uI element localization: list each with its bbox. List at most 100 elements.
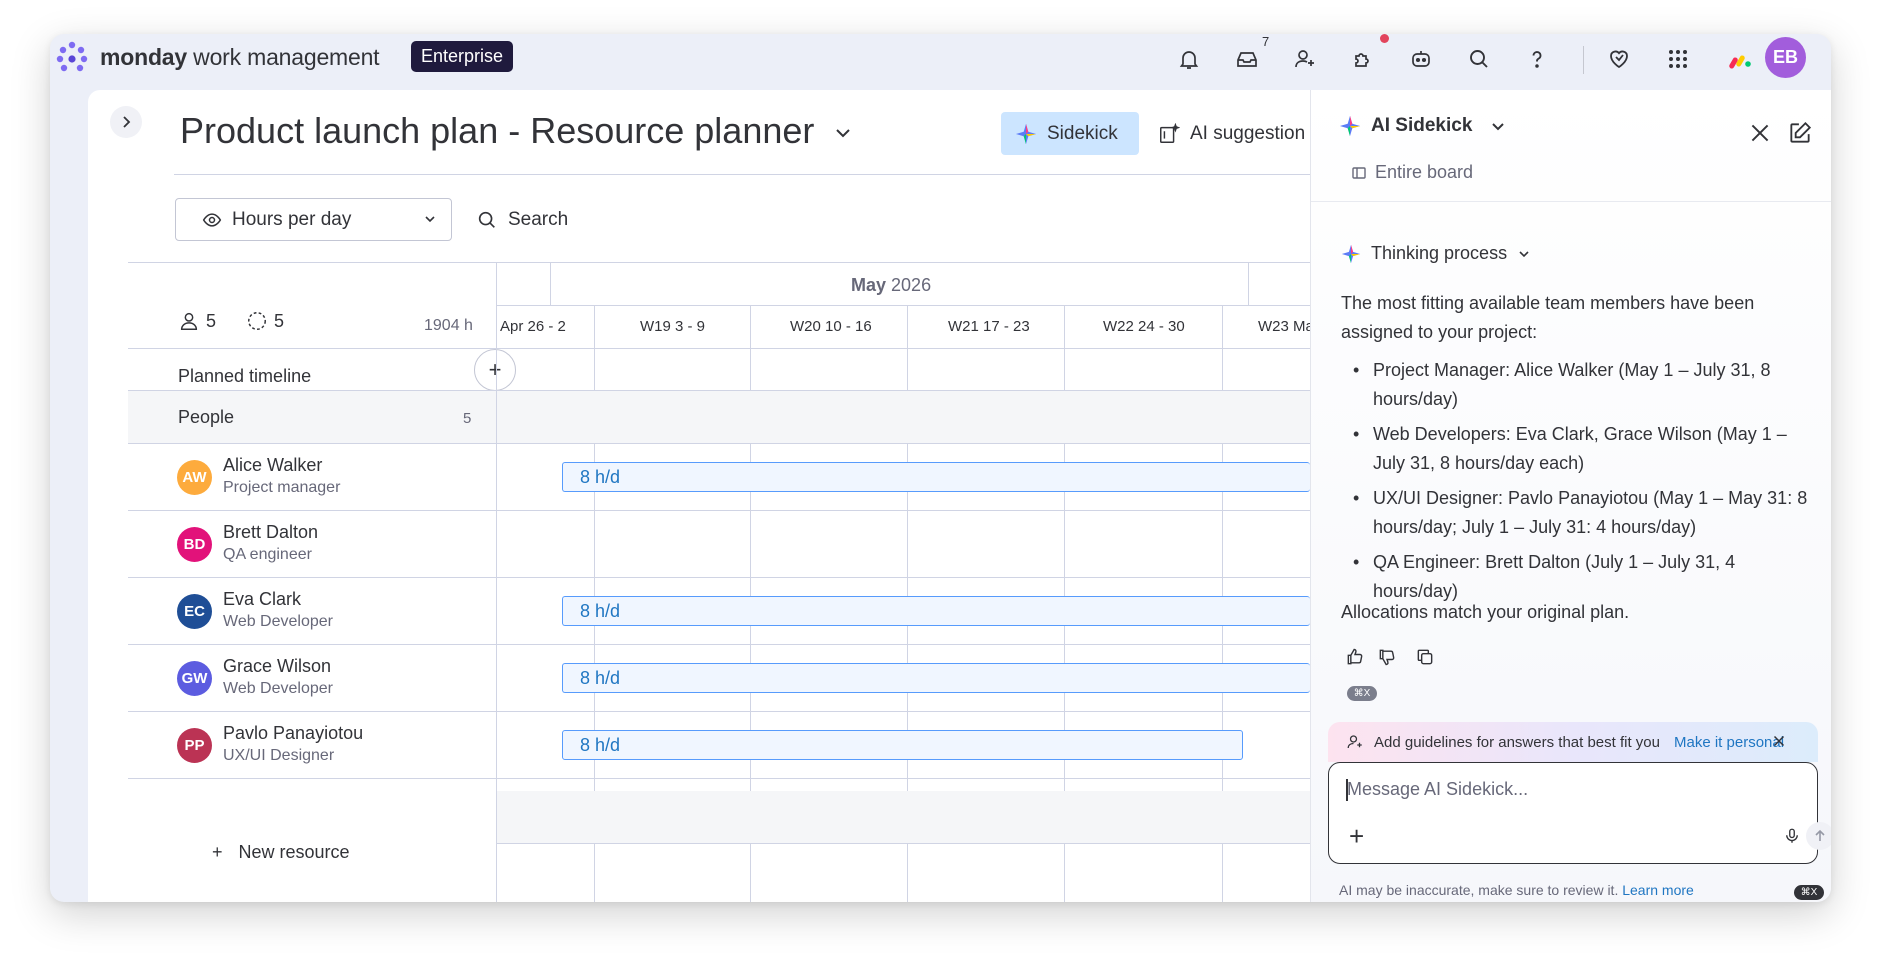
planned-timeline-label: Planned timeline	[178, 366, 312, 386]
send-button[interactable]	[1806, 822, 1831, 850]
row-divider	[128, 778, 1310, 779]
month-divider	[550, 262, 551, 305]
expand-sidebar-button[interactable]	[110, 106, 142, 138]
person-name: Brett Dalton	[223, 522, 319, 542]
person-row[interactable]: EC Eva Clark Web Developer	[128, 577, 496, 644]
person-name: Grace Wilson	[223, 656, 332, 676]
integrations-icon[interactable]	[1348, 44, 1378, 74]
user-avatar[interactable]: EB	[1765, 37, 1806, 78]
sidekick-button[interactable]: Sidekick	[1001, 112, 1139, 155]
make-it-personal-link[interactable]: Make it personal	[1674, 734, 1784, 751]
thumbs-down-icon[interactable]	[1377, 647, 1397, 667]
topbar-divider	[1583, 46, 1584, 74]
allocation-bar[interactable]: 8 h/d	[562, 730, 1243, 760]
person-role: QA engineer	[223, 546, 312, 563]
people-count: 5	[206, 310, 217, 331]
hours-select-value: Hours per day	[232, 208, 352, 230]
new-chat-icon[interactable]	[1787, 120, 1813, 146]
group-label: People	[178, 407, 235, 427]
chevron-down-icon	[425, 216, 435, 223]
shortcut-badge: ⌘X	[1347, 686, 1377, 701]
person-name: Alice Walker	[223, 455, 323, 475]
close-icon[interactable]	[1747, 120, 1773, 146]
close-icon[interactable]	[1770, 732, 1788, 750]
disclaimer-text: AI may be inaccurate, make sure to revie…	[1339, 882, 1619, 898]
list-item: Project Manager: Alice Walker (May 1 – J…	[1341, 356, 1821, 414]
person-role: Project manager	[223, 479, 341, 496]
apps-grid-icon[interactable]	[1663, 44, 1693, 74]
new-resource-button[interactable]: + New resource	[212, 842, 350, 863]
allocation-bar[interactable]: 8 h/d	[562, 462, 1310, 492]
inbox-count: 7	[1262, 34, 1270, 49]
week-label: Apr 26 - 2	[500, 318, 566, 335]
notifications-icon[interactable]	[1174, 44, 1204, 74]
person-role: Web Developer	[223, 613, 333, 630]
avatar: AW	[177, 460, 212, 495]
search-icon[interactable]	[1464, 44, 1494, 74]
microphone-icon[interactable]	[1783, 827, 1801, 845]
sidekick-title: AI Sidekick	[1371, 115, 1473, 136]
ai-sidekick-panel: AI Sidekick Entire board Thinking proces…	[1310, 90, 1831, 902]
help-icon[interactable]	[1522, 44, 1552, 74]
search-label: Search	[508, 208, 569, 230]
learn-more-link[interactable]: Learn more	[1622, 882, 1694, 898]
person-role: Web Developer	[223, 680, 333, 697]
person-row[interactable]: PP Pavlo Panayiotou UX/UI Designer	[128, 711, 496, 778]
sidekick-scope[interactable]: Entire board	[1351, 162, 1473, 183]
top-bar: monday work management Enterprise 7 EB	[50, 34, 1831, 90]
allocation-bar[interactable]: 8 h/d	[562, 663, 1310, 693]
response-conclusion: Allocations match your original plan.	[1341, 602, 1630, 622]
eye-icon	[202, 212, 222, 227]
person-row[interactable]: BD Brett Dalton QA engineer	[128, 510, 496, 577]
search-button[interactable]: Search	[476, 198, 568, 241]
month-label: May 2026	[851, 275, 932, 295]
people-group-row[interactable]	[128, 391, 1310, 443]
heart-icon[interactable]	[1604, 44, 1634, 74]
board-panel: Product launch plan - Resource planner S…	[88, 90, 1314, 902]
thumbs-up-icon[interactable]	[1345, 647, 1365, 667]
person-row[interactable]: AW Alice Walker Project manager	[128, 443, 496, 510]
week-label: W22 24 - 30	[1103, 318, 1185, 335]
ai-suggestion-icon	[1160, 122, 1180, 143]
inbox-icon[interactable]	[1232, 44, 1262, 74]
search-icon	[478, 211, 495, 228]
thinking-process-toggle[interactable]: Thinking process	[1341, 243, 1531, 264]
new-resource-label: New resource	[238, 842, 350, 862]
person-name: Eva Clark	[223, 589, 302, 609]
plus-icon: +	[212, 842, 223, 862]
resource-counts: 5 5	[178, 310, 284, 332]
group-count: 5	[463, 410, 472, 427]
placeholder-count: 5	[274, 310, 285, 331]
monday-product-icon[interactable]	[1726, 44, 1756, 74]
month-divider	[1248, 262, 1249, 305]
attach-plus-icon[interactable]: +	[1349, 821, 1364, 852]
sparkle-icon	[1341, 244, 1361, 263]
avatar: BD	[177, 527, 212, 562]
message-input[interactable]: Message AI Sidekick... +	[1328, 762, 1818, 864]
brand-name: monday work management	[100, 44, 380, 70]
board-title[interactable]: Product launch plan - Resource planner	[180, 110, 814, 152]
person-row[interactable]: GW Grace Wilson Web Developer	[128, 644, 496, 711]
month-row-divider	[496, 305, 1310, 306]
thinking-label: Thinking process	[1371, 243, 1508, 263]
grid-top-border	[128, 262, 1310, 263]
sidekick-title-dropdown[interactable]: AI Sidekick	[1339, 115, 1506, 137]
monday-logo-icon[interactable]	[54, 40, 90, 76]
person-role: UX/UI Designer	[223, 747, 335, 764]
message-placeholder: Message AI Sidekick...	[1347, 779, 1529, 799]
copy-icon[interactable]	[1415, 647, 1435, 667]
hours-per-day-select[interactable]: Hours per day	[175, 198, 452, 241]
chevron-down-icon[interactable]	[833, 123, 853, 143]
invite-icon[interactable]	[1290, 44, 1320, 74]
response-list: Project Manager: Alice Walker (May 1 – J…	[1341, 356, 1821, 612]
allocation-bar[interactable]: 8 h/d	[562, 596, 1310, 626]
ai-bot-icon[interactable]	[1406, 44, 1436, 74]
response-actions	[1345, 647, 1435, 667]
avatar: EC	[177, 594, 212, 629]
left-column-border	[496, 262, 497, 902]
ai-suggestions-button[interactable]: AI suggestion	[1158, 112, 1305, 155]
ai-suggestions-label: AI suggestion	[1190, 122, 1306, 144]
add-timeline-button[interactable]: +	[474, 349, 516, 391]
avatar: PP	[177, 728, 212, 763]
week-label: W23 Ma	[1258, 318, 1314, 335]
